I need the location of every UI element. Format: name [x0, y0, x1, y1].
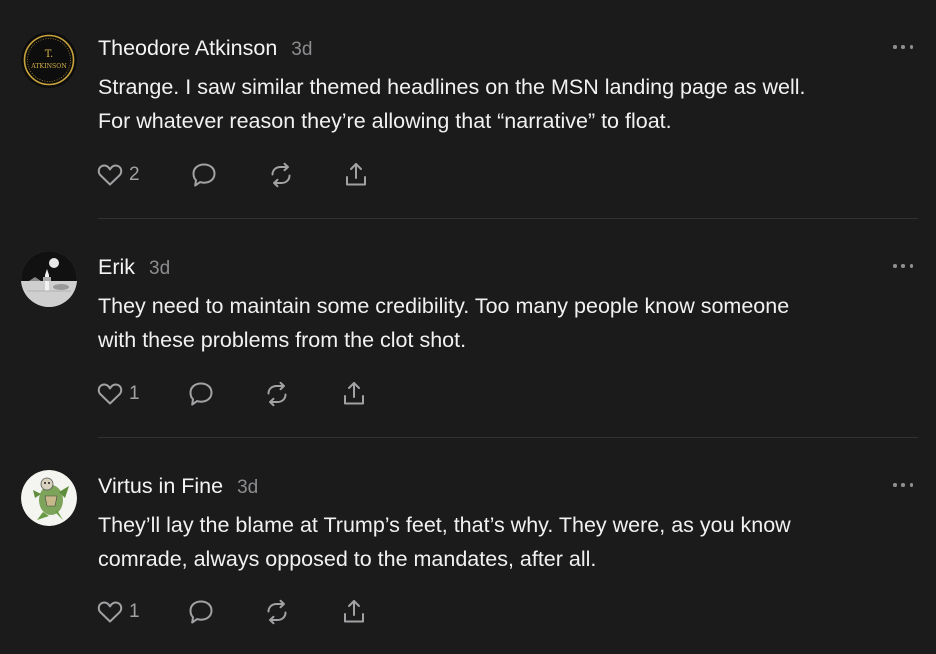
more-options-button[interactable]	[893, 44, 913, 50]
avatar[interactable]	[21, 470, 77, 526]
comment-author[interactable]: Theodore Atkinson	[98, 36, 277, 61]
avatar[interactable]	[21, 251, 77, 307]
heart-icon	[97, 164, 123, 186]
share-button[interactable]	[342, 160, 370, 190]
comment-author[interactable]: Erik	[98, 255, 135, 280]
comment-author[interactable]: Virtus in Fine	[98, 474, 223, 499]
more-options-button[interactable]	[893, 482, 913, 488]
like-count: 2	[129, 164, 140, 185]
comment-line: For whatever reason they’re allowing tha…	[98, 109, 672, 133]
share-button[interactable]	[340, 379, 368, 409]
comment-line: comrade, always opposed to the mandates,…	[98, 547, 597, 571]
speech-bubble-icon	[192, 163, 216, 187]
restack-icon	[267, 599, 287, 625]
comment-timestamp[interactable]: 3d	[149, 258, 170, 280]
comment-body: They’ll lay the blame at Trump’s feet, t…	[98, 508, 918, 576]
divider	[98, 437, 918, 438]
reply-button[interactable]	[187, 379, 215, 409]
restack-button[interactable]	[267, 160, 295, 190]
comment-body: Strange. I saw similar themed headlines …	[98, 70, 918, 138]
comment-line: with these problems from the clot shot.	[98, 328, 467, 352]
reply-button[interactable]	[187, 597, 215, 627]
comment-line: Strange. I saw similar themed headlines …	[98, 75, 806, 99]
comment-timestamp[interactable]: 3d	[237, 477, 258, 499]
avatar[interactable]: T. ATKINSON	[21, 32, 77, 88]
avatar-photo	[21, 251, 77, 307]
restack-button[interactable]	[263, 379, 291, 409]
reply-button[interactable]	[190, 160, 218, 190]
more-horizontal-icon	[893, 45, 897, 49]
divider	[98, 218, 918, 219]
speech-bubble-icon	[189, 382, 213, 406]
like-count: 1	[129, 383, 140, 404]
share-button[interactable]	[340, 597, 368, 627]
comment-body: They need to maintain some credibility. …	[98, 289, 918, 357]
restack-button[interactable]	[263, 597, 291, 627]
restack-icon	[271, 162, 291, 188]
restack-icon	[267, 381, 287, 407]
share-upload-icon	[344, 382, 364, 405]
more-options-button[interactable]	[893, 263, 913, 269]
share-upload-icon	[344, 600, 364, 623]
like-button[interactable]: 2	[97, 160, 140, 190]
avatar-monogram-bottom: ATKINSON	[30, 63, 67, 70]
avatar-monogram-top: T.	[45, 49, 53, 60]
share-upload-icon	[346, 163, 366, 186]
like-button[interactable]: 1	[97, 379, 140, 409]
heart-icon	[97, 383, 123, 405]
speech-bubble-icon	[189, 600, 213, 624]
comment-timestamp[interactable]: 3d	[291, 39, 312, 61]
comment-line: They need to maintain some credibility. …	[98, 294, 790, 318]
more-horizontal-icon	[893, 483, 897, 487]
like-count: 1	[129, 601, 140, 622]
avatar-illustration	[21, 470, 77, 526]
comment-line: They’ll lay the blame at Trump’s feet, t…	[98, 513, 791, 537]
heart-icon	[97, 601, 123, 623]
monogram-logo: T. ATKINSON	[21, 32, 77, 88]
more-horizontal-icon	[893, 264, 897, 268]
like-button[interactable]: 1	[97, 597, 140, 627]
